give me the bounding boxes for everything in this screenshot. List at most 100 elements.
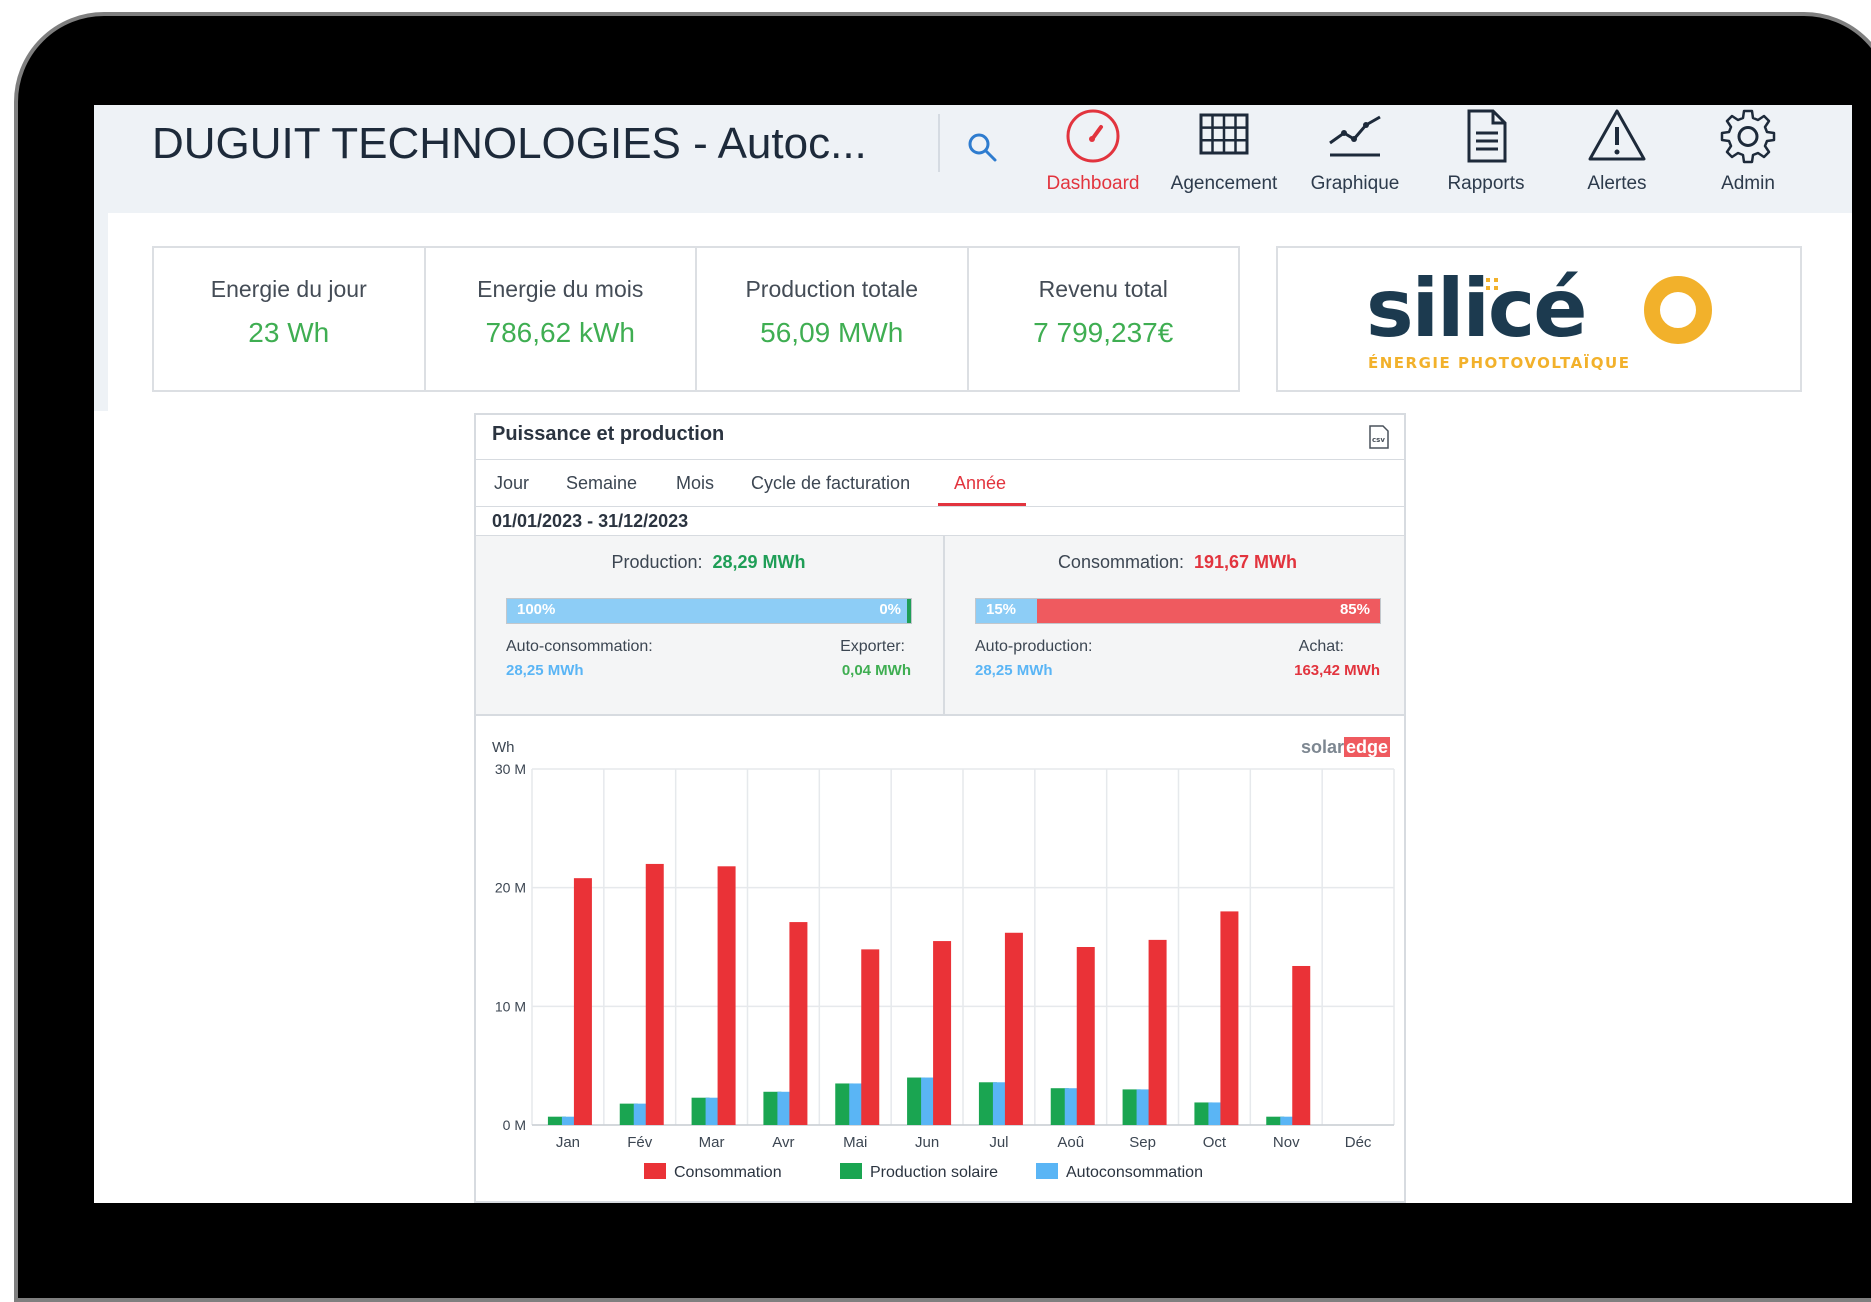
x-tick-label: Jul (989, 1134, 1008, 1151)
legend-swatch (1036, 1163, 1058, 1179)
kpi-label: Revenu total (1038, 276, 1168, 302)
x-tick-label: Jan (556, 1134, 580, 1151)
bar-consommation (1220, 911, 1239, 1125)
svg-text:silicé: silicé (1366, 262, 1586, 355)
x-tick-label: Jun (915, 1134, 939, 1151)
left-strip (94, 213, 108, 411)
production-total: 28,29 MWh (712, 552, 806, 572)
production-summary: Production: 28,29 MWh 100% 0% Auto-consom… (476, 536, 941, 714)
widget-title: Puissance et production (492, 423, 725, 445)
bar-consommation (861, 949, 880, 1125)
production-label: Production: (611, 552, 703, 572)
nav-label: Rapports (1447, 173, 1525, 194)
nav-label: Alertes (1587, 173, 1647, 194)
header-divider (938, 114, 940, 172)
laptop-frame: DUGUIT TECHNOLOGIES - Autoc... Dashboard (14, 12, 1871, 1302)
nav-rapports[interactable]: Rapports (1421, 105, 1551, 205)
x-tick-label: Déc (1345, 1134, 1372, 1151)
bar-consommation (573, 878, 592, 1125)
kpi-total-revenue: Revenu total 7 799,237€ (969, 248, 1239, 390)
monthly-energy-chart: 0 M 10 M 20 M 30 M Jan Fév Mar Avr Mai Jun Jul Aoû S… (495, 761, 1395, 1181)
y-tick-label: 20 M (495, 880, 526, 896)
tab-semaine[interactable]: Semaine (566, 473, 637, 494)
document-icon (1467, 109, 1507, 163)
gear-icon (1720, 109, 1776, 164)
self-consumption-label: Auto-consommation: (506, 638, 653, 655)
legend-swatch (644, 1163, 666, 1179)
search-icon[interactable] (962, 127, 1002, 167)
nav-alertes[interactable]: Alertes (1552, 105, 1682, 205)
x-tick-label: Oct (1203, 1134, 1227, 1151)
x-tick-label: Nov (1273, 1134, 1300, 1151)
nav-label: Admin (1721, 173, 1775, 194)
csv-export-icon[interactable]: csv (1368, 425, 1390, 449)
purchase-label: Achat: (1298, 638, 1344, 655)
x-tick-label: Mar (699, 1134, 725, 1151)
export-value: 0,04 MWh (841, 662, 911, 679)
bar-consommation (1004, 932, 1023, 1125)
bar-left-percent: 100% (517, 601, 556, 618)
consumption-summary: Consommation: 191,67 MWh 15% 85% Auto-pro… (943, 536, 1410, 714)
kpi-value: 7 799,237€ (1033, 317, 1174, 348)
legend-label: Consommation (674, 1164, 782, 1181)
line-graph-icon (1329, 115, 1381, 157)
svg-text:csv: csv (1372, 436, 1385, 444)
self-production-value: 28,25 MWh (975, 662, 1053, 679)
tab-jour[interactable]: Jour (494, 473, 529, 494)
kpi-label: Energie du jour (210, 276, 367, 302)
x-tick-label: Mai (843, 1134, 867, 1151)
tab-mois[interactable]: Mois (676, 473, 714, 494)
kpi-value: 56,09 MWh (760, 317, 904, 348)
bar-consommation (1292, 965, 1311, 1125)
y-tick-label: 10 M (495, 998, 526, 1014)
purchase-value: 163,42 MWh (1294, 662, 1380, 679)
production-bar: 100% 0% (506, 598, 912, 624)
siliceo-logo: silicé ÉNERGIE PHOTOVOLTAÏQUE (1366, 262, 1712, 372)
divider (476, 459, 1404, 460)
bar-right-percent: 85% (1339, 601, 1370, 618)
legend-swatch (840, 1163, 862, 1179)
export-label: Exporter: (840, 638, 905, 655)
x-tick-label: Aoû (1057, 1134, 1084, 1151)
kpi-value: 786,62 kWh (485, 317, 635, 348)
x-tick-label: Avr (772, 1134, 794, 1151)
x-tick-label: Sep (1129, 1134, 1156, 1151)
kpi-total-production: Production totale 56,09 MWh (697, 248, 969, 390)
date-range: 01/01/2023 - 31/12/2023 (492, 511, 689, 531)
self-production-label: Auto-production: (975, 638, 1093, 655)
nav-agencement[interactable]: Agencement (1159, 105, 1289, 205)
x-tick-label: Fév (627, 1134, 653, 1151)
nav-admin[interactable]: Admin (1683, 105, 1813, 205)
site-title: DUGUIT TECHNOLOGIES - Autoc... (152, 119, 867, 168)
warning-icon (1588, 109, 1646, 161)
production-header: Production: 28,29 MWh (476, 552, 941, 573)
kpi-label: Production totale (745, 276, 919, 302)
bar-consommation (1076, 947, 1095, 1125)
tab-cycle-facturation[interactable]: Cycle de facturation (751, 473, 910, 494)
nav-graphique[interactable]: Graphique (1290, 105, 1420, 205)
export-share (907, 599, 911, 623)
divider (476, 506, 1404, 507)
bar-consommation (1148, 939, 1167, 1125)
grid-layout-icon (1199, 113, 1249, 155)
bar-left-percent: 15% (986, 601, 1017, 618)
nav-label: Dashboard (1046, 173, 1140, 194)
nav-dashboard[interactable]: Dashboard (1028, 105, 1158, 205)
kpi-energy-month: Energie du mois 786,62 kWh (426, 248, 697, 390)
kpi-energy-day: Energie du jour 23 Wh (154, 248, 426, 390)
y-tick-label: 0 M (503, 1117, 526, 1133)
purchase-share (1036, 599, 1380, 623)
kpi-label: Energie du mois (477, 276, 644, 302)
bar-consommation (717, 866, 736, 1125)
consumption-total: 191,67 MWh (1194, 552, 1298, 572)
kpi-value: 23 Wh (248, 317, 330, 348)
company-logo-panel: silicé ÉNERGIE PHOTOVOLTAÏQUE (1276, 246, 1802, 392)
nav-label: Agencement (1170, 173, 1278, 194)
nav-label: Graphique (1310, 173, 1400, 194)
bar-consommation (933, 941, 952, 1125)
app-screen: DUGUIT TECHNOLOGIES - Autoc... Dashboard (94, 105, 1852, 1203)
kpi-panel: Energie du jour 23 Wh Energie du mois 78… (152, 246, 1240, 392)
consumption-header: Consommation: 191,67 MWh (945, 552, 1410, 573)
tab-annee[interactable]: Année (954, 473, 1006, 494)
self-consumption-value: 28,25 MWh (506, 662, 584, 679)
